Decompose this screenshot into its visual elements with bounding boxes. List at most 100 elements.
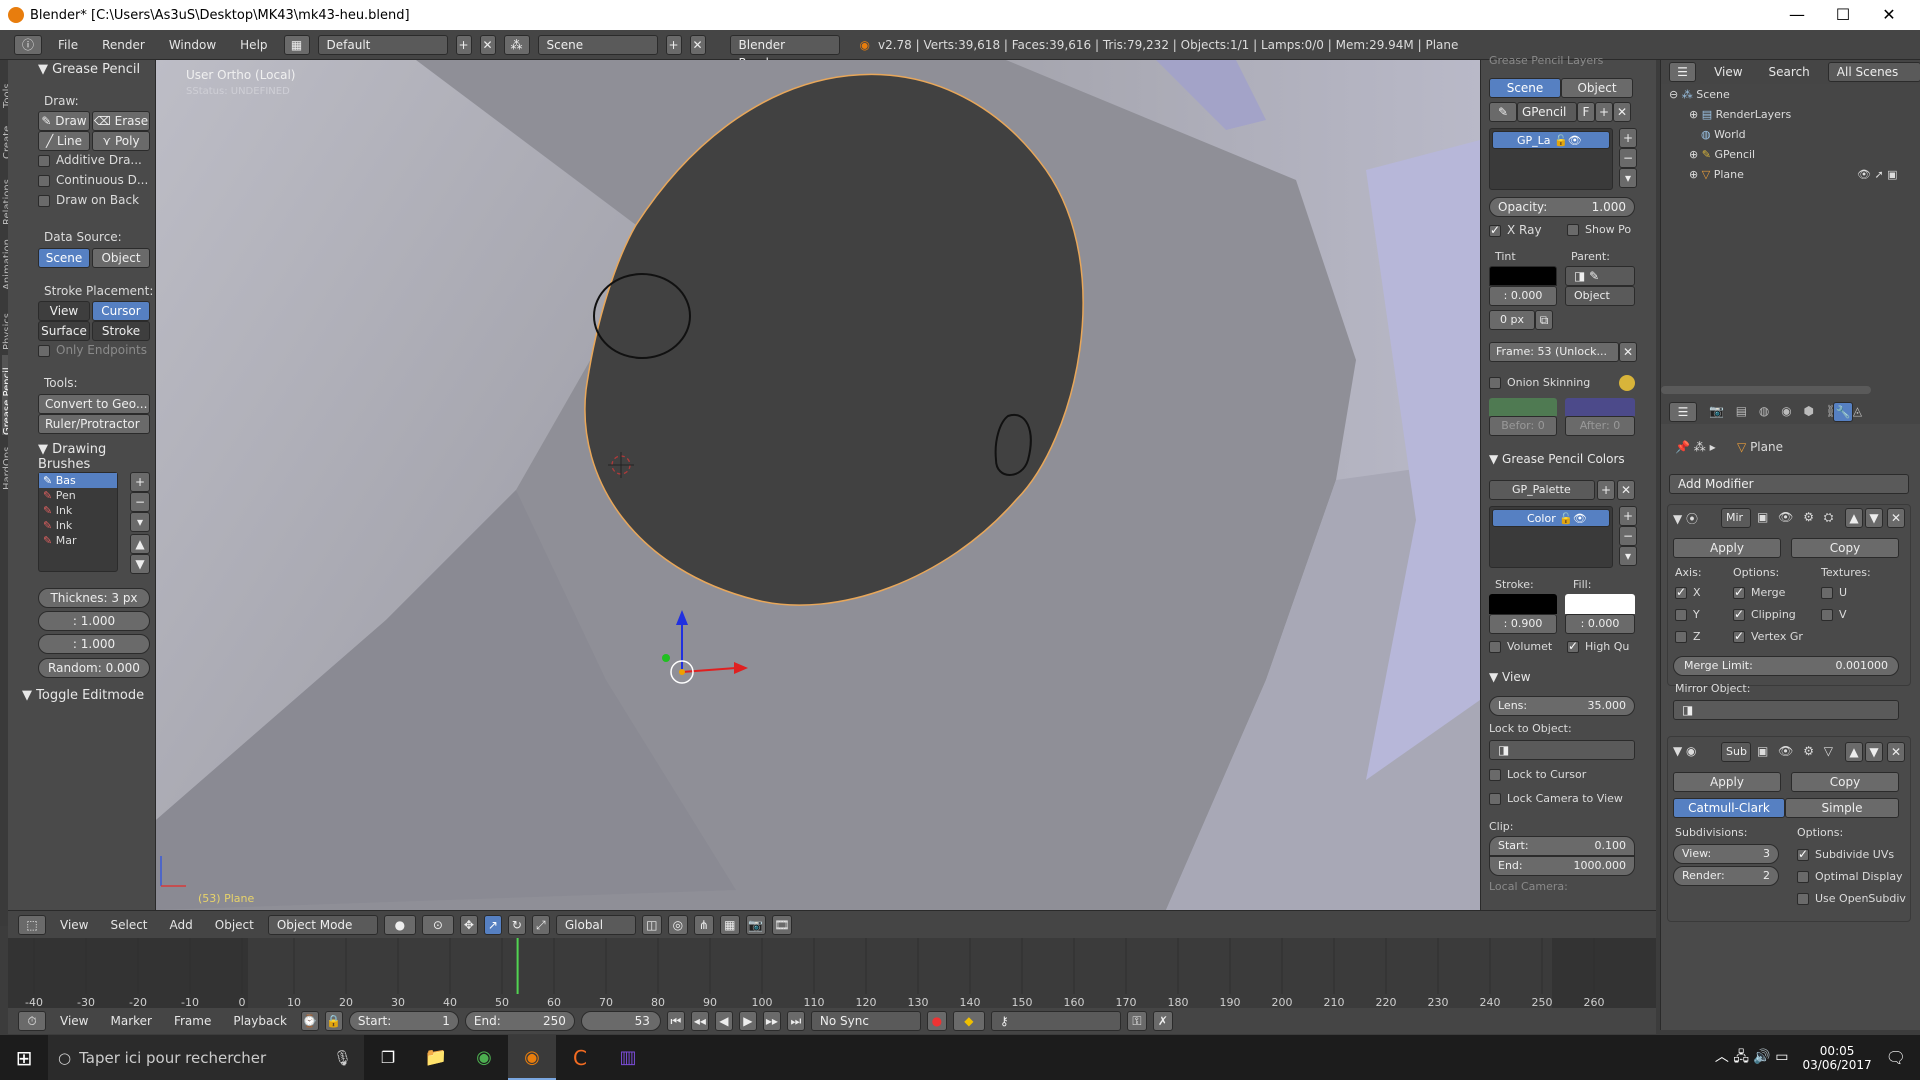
placement-stroke-button[interactable]: Stroke — [92, 321, 150, 341]
lock-cursor-checkbox-icon[interactable] — [1489, 769, 1501, 781]
brush-move-up-icon[interactable]: ▲ — [130, 534, 150, 554]
menu-file[interactable]: File — [50, 38, 86, 52]
high-quality-checkbox-icon[interactable] — [1567, 639, 1579, 653]
editor-type-icon[interactable]: ⓘ — [14, 34, 42, 55]
windows-start-icon[interactable]: ⊞ — [0, 1046, 48, 1070]
record-icon[interactable]: ● — [926, 1011, 947, 1031]
fill-color-swatch[interactable] — [1565, 594, 1635, 614]
app-c-icon[interactable]: C — [556, 1046, 604, 1070]
subdivide-uvs-checkbox[interactable]: Subdivide UVs — [1797, 847, 1894, 861]
catmull-clark-button[interactable]: Catmull-Clark — [1673, 798, 1785, 818]
palette-remove-icon[interactable]: ✕ — [1617, 480, 1635, 500]
axis-x-checkbox-icon[interactable] — [1675, 585, 1687, 599]
strength-slider-2[interactable]: : 1.000 — [38, 634, 150, 654]
sync-mode-select[interactable]: No Sync — [810, 1011, 921, 1031]
texture-u-checkbox[interactable]: U — [1821, 586, 1847, 599]
taskbar-search-box[interactable]: ○ Taper ici pour rechercher 🎙 — [48, 1035, 364, 1080]
lock-to-cursor-checkbox[interactable]: Lock to Cursor — [1489, 768, 1586, 781]
gp-source-object-button[interactable]: Object — [1561, 78, 1633, 98]
minimize-button[interactable]: — — [1774, 0, 1820, 30]
file-explorer-icon[interactable]: 📁 — [412, 1047, 460, 1068]
viewport-menu-object[interactable]: Object — [207, 918, 262, 932]
draw-button[interactable]: ✎ Draw — [38, 111, 90, 131]
scene-add-icon[interactable]: + — [665, 34, 682, 55]
parent-type-select[interactable]: Object — [1565, 286, 1635, 306]
viewport-menu-view[interactable]: View — [52, 918, 96, 932]
palette-field[interactable]: GP_Palette — [1489, 480, 1595, 500]
frame-lock-button[interactable]: Frame: 53 (Unlock... — [1489, 342, 1619, 362]
viewport-menu-add[interactable]: Add — [162, 918, 201, 932]
translate-manipulator-icon[interactable]: ↗ — [483, 914, 502, 935]
gp-color-add-icon[interactable]: + — [1619, 506, 1637, 526]
subsurf-move-up-icon[interactable]: ▲ — [1845, 742, 1863, 762]
random-slider[interactable]: Random: 0.000 — [38, 658, 150, 678]
viewport-menu-select[interactable]: Select — [102, 918, 155, 932]
scale-manipulator-icon[interactable]: ⤢ — [531, 914, 550, 935]
lock-camera-checkbox[interactable]: Lock Camera to View — [1489, 792, 1623, 805]
jump-start-icon[interactable]: ⏮ — [666, 1011, 685, 1031]
grease-pencil-panel-title[interactable]: ▼ Grease Pencil — [38, 62, 140, 77]
subsurf-move-down-icon[interactable]: ▼ — [1865, 742, 1883, 762]
clipping-checkbox[interactable]: Clipping — [1733, 607, 1796, 621]
pin-icon[interactable]: 📌 ⁂ ▸ — [1675, 440, 1716, 454]
volumetric-checkbox-icon[interactable] — [1489, 641, 1501, 653]
optimal-display-checkbox[interactable]: Optimal Display — [1797, 870, 1903, 883]
onion-checkbox-icon[interactable] — [1489, 377, 1501, 389]
active-keying-set-field[interactable]: ⚷ — [990, 1011, 1121, 1031]
gp-layer-list[interactable]: GP_La 🔓👁 — [1489, 128, 1613, 190]
erase-button[interactable]: ⌫ Erase — [92, 111, 150, 131]
onion-before-color-swatch[interactable] — [1489, 398, 1557, 416]
action-center-icon[interactable]: 🗨 — [1886, 1048, 1906, 1067]
parent-object-field[interactable]: ◨ ✎ — [1565, 266, 1635, 286]
line-button[interactable]: ╱ Line — [38, 131, 90, 151]
brush-menu-icon[interactable]: ▾ — [130, 512, 150, 532]
mirror-apply-button[interactable]: Apply — [1673, 538, 1781, 558]
brush-add-icon[interactable]: + — [130, 472, 150, 492]
onion-color-icon[interactable] — [1619, 375, 1635, 391]
app-bars-icon[interactable]: ▥ — [604, 1047, 652, 1068]
axis-y-checkbox-icon[interactable] — [1675, 609, 1687, 621]
ruler-protractor-button[interactable]: Ruler/Protractor — [38, 414, 150, 434]
screen-layout-field[interactable]: Default — [317, 34, 448, 55]
interaction-mode-select[interactable]: Object Mode — [267, 914, 378, 935]
thickness-px-field[interactable]: 0 px — [1489, 310, 1535, 330]
gp-layer-menu-icon[interactable]: ▾ — [1619, 168, 1637, 188]
stroke-color-swatch[interactable] — [1489, 594, 1557, 614]
subsurf-collapse-icon[interactable]: ▼ ◉ — [1673, 744, 1697, 758]
menu-render[interactable]: Render — [94, 38, 153, 52]
gp-color-remove-icon[interactable]: − — [1619, 526, 1637, 546]
onion-after-field[interactable]: After: 0 — [1565, 416, 1635, 436]
snap-element-icon[interactable]: ▦ — [719, 914, 740, 935]
mirror-move-up-icon[interactable]: ▲ — [1845, 508, 1863, 528]
preview-range-icon[interactable]: ⌚ — [300, 1011, 319, 1031]
gp-layers-title[interactable]: Grease Pencil Layers — [1489, 54, 1603, 67]
proportional-edit-icon[interactable]: ◎ — [667, 914, 688, 935]
convert-to-geometry-button[interactable]: Convert to Geo... — [38, 394, 150, 414]
subsurf-display-icons[interactable]: ▣ 👁 ⚙ ▽ — [1757, 744, 1836, 758]
system-tray-icons[interactable]: ︿ 🖧 🔊 ▭ — [1715, 1046, 1789, 1070]
vertex-groups-checkbox[interactable]: Vertex Gr — [1733, 629, 1803, 643]
vertex-groups-checkbox-icon[interactable] — [1733, 629, 1745, 643]
lock-range-icon[interactable]: 🔒 — [324, 1011, 343, 1031]
subsurf-remove-icon[interactable]: ✕ — [1887, 742, 1905, 762]
texture-v-checkbox[interactable]: V — [1821, 608, 1847, 621]
outliner-display-mode-select[interactable]: All Scenes — [1827, 62, 1920, 82]
timeline-menu-marker[interactable]: Marker — [102, 1014, 159, 1028]
layers-icon[interactable]: ◫ — [641, 914, 662, 935]
show-points-checkbox[interactable]: Show Po — [1567, 223, 1631, 236]
thickness-slider[interactable]: Thicknes: 3 px — [38, 588, 150, 608]
gp-color-item[interactable]: Color 🔓👁 — [1492, 509, 1610, 527]
use-opensubdiv-checkbox[interactable]: Use OpenSubdiv — [1797, 892, 1906, 905]
subsurf-copy-button[interactable]: Copy — [1791, 772, 1899, 792]
fill-alpha-slider[interactable]: : 0.000 — [1565, 614, 1635, 634]
frame-remove-icon[interactable]: ✕ — [1619, 342, 1637, 362]
gp-layer-add-icon[interactable]: + — [1619, 128, 1637, 148]
strength-slider-1[interactable]: : 1.000 — [38, 611, 150, 631]
show-points-checkbox-icon[interactable] — [1567, 224, 1579, 236]
outliner-menu-search[interactable]: Search — [1761, 65, 1818, 79]
opacity-slider[interactable]: Opacity: 1.000 — [1489, 197, 1635, 217]
mirror-move-down-icon[interactable]: ▼ — [1865, 508, 1883, 528]
additive-checkbox-icon[interactable] — [38, 154, 50, 167]
mirror-collapse-icon[interactable]: ▼ ⦿ — [1673, 510, 1698, 527]
render-animation-icon[interactable]: 🎞 — [771, 914, 792, 935]
